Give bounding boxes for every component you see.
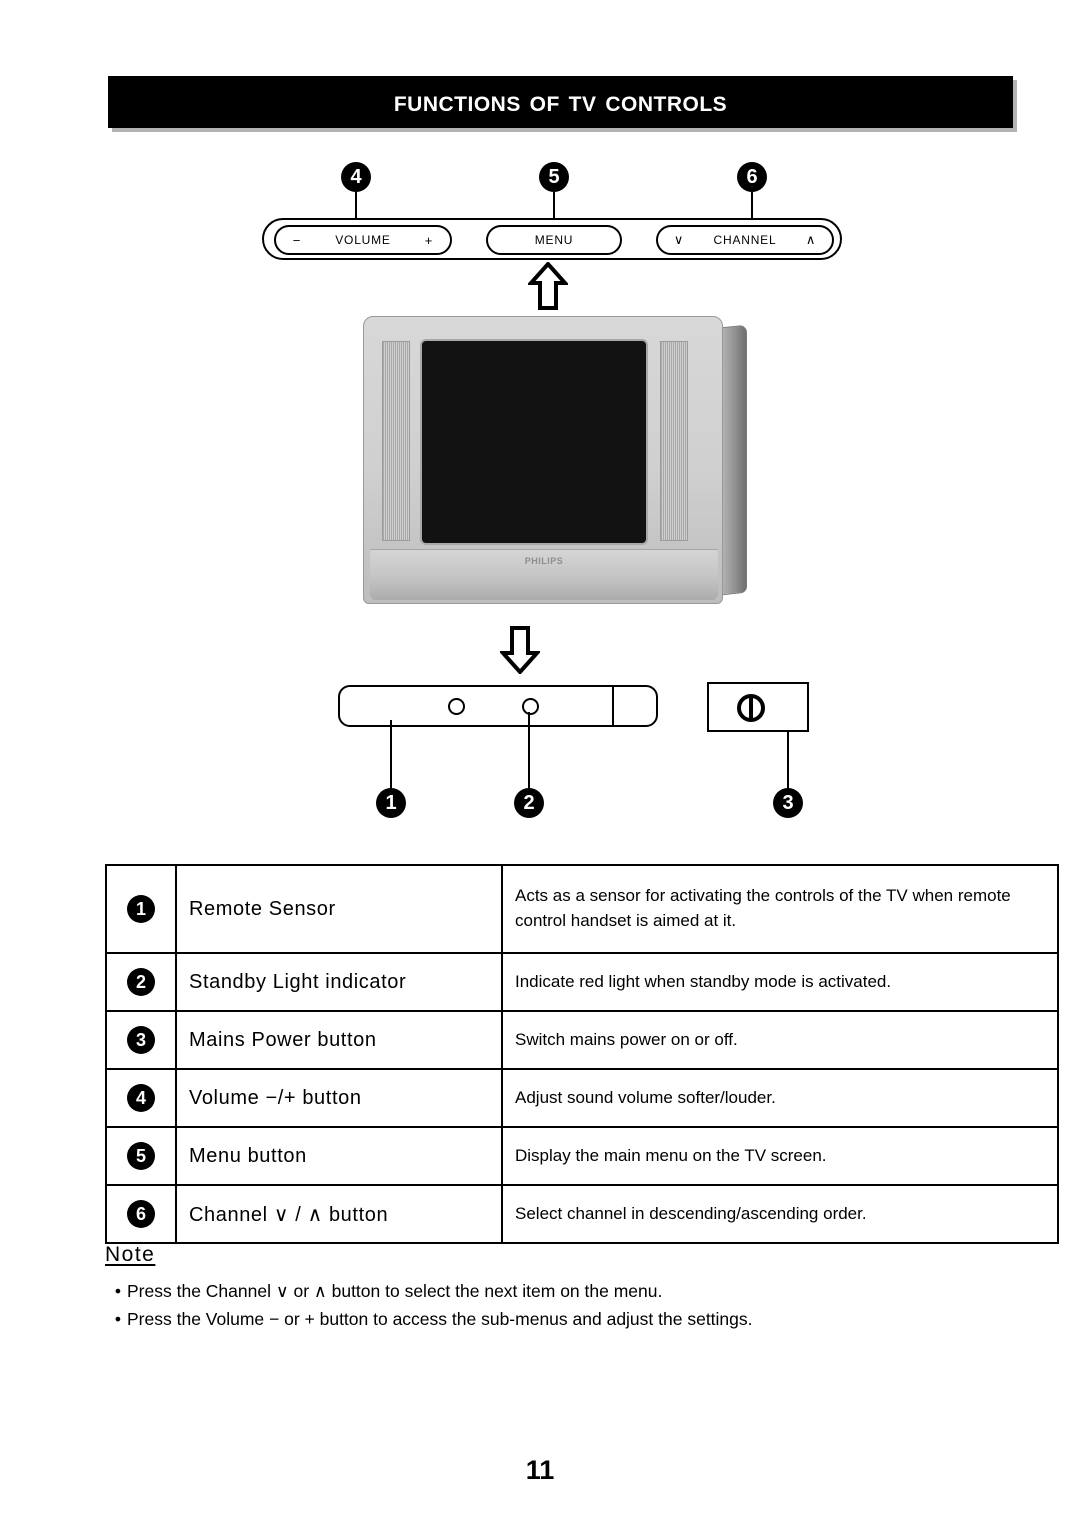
function-description: Indicate red light when standby mode is … (515, 971, 892, 991)
callout-badge-2: 2 (514, 788, 544, 818)
mains-power-box (707, 682, 809, 732)
tv-controls-table: 1 Remote Sensor Acts as a sensor for act… (105, 864, 1059, 1244)
note-heading: Note (105, 1243, 156, 1266)
callout-badge-5: 5 (539, 162, 569, 192)
philips-logo: PHILIPS (524, 556, 564, 566)
row-number-badge: 2 (127, 968, 155, 996)
table-cell-number: 3 (105, 1010, 177, 1070)
table-cell-name: Mains Power button (175, 1010, 503, 1070)
table-cell-name: Menu button (175, 1126, 503, 1186)
callout-badge-6: 6 (737, 162, 767, 192)
volume-button-label: VOLUME (335, 233, 391, 247)
table-cell-description: Switch mains power on or off. (501, 1010, 1059, 1070)
volume-plus-label: + (424, 232, 434, 248)
table-cell-description: Acts as a sensor for activating the cont… (501, 864, 1059, 954)
function-name: Standby Light indicator (189, 970, 407, 993)
callout-badge-4: 4 (341, 162, 371, 192)
table-cell-number: 4 (105, 1068, 177, 1128)
volume-button[interactable]: − VOLUME + (274, 225, 452, 255)
bullet-icon: • (114, 1281, 122, 1301)
callout-leader-3 (787, 722, 789, 790)
callout-badge-3: 3 (773, 788, 803, 818)
menu-button-label: MENU (534, 233, 574, 247)
table-cell-name: Channel ∨ / ∧ button (175, 1184, 503, 1244)
arrow-up-icon (526, 261, 570, 315)
table-cell-number: 1 (105, 864, 177, 954)
tv-illustration: PHILIPS (363, 310, 747, 610)
table-row: 3 Mains Power button Switch mains power … (105, 1010, 1059, 1070)
bullet-icon: • (114, 1309, 122, 1329)
arrow-down-icon (498, 626, 542, 679)
table-row: 4 Volume −/+ button Adjust sound volume … (105, 1068, 1059, 1128)
speaker-grille-right (660, 341, 688, 541)
row-number-badge: 1 (127, 895, 155, 923)
row-number-badge: 5 (127, 1142, 155, 1170)
table-row: 5 Menu button Display the main menu on t… (105, 1126, 1059, 1186)
table-cell-number: 5 (105, 1126, 177, 1186)
table-cell-number: 2 (105, 952, 177, 1012)
row-number-badge: 3 (127, 1026, 155, 1054)
page-number: 11 (525, 1455, 555, 1485)
note-list-item: • Press the Channel ∨ or ∧ button to sel… (109, 1277, 1015, 1305)
front-strip-divider (612, 687, 614, 725)
channel-up-icon: ∧ (805, 232, 817, 247)
table-cell-name: Standby Light indicator (175, 952, 503, 1012)
note-list-item: • Press the Volume − or + button to acce… (109, 1305, 1015, 1333)
standby-light-dot (522, 698, 539, 715)
function-description: Acts as a sensor for activating the cont… (515, 886, 1011, 930)
tv-bottom-bezel: PHILIPS (370, 549, 718, 600)
function-name: Menu button (189, 1144, 307, 1167)
channel-down-icon: ∨ (673, 232, 685, 247)
power-symbol-icon (737, 694, 765, 722)
tv-side-panel (721, 324, 747, 596)
table-cell-name: Remote Sensor (175, 864, 503, 954)
table-cell-description: Adjust sound volume softer/louder. (501, 1068, 1059, 1128)
note-item-text: Press the Volume − or + button to access… (127, 1309, 753, 1329)
function-name: Volume −/+ button (189, 1086, 362, 1109)
tv-control-strip: − VOLUME + MENU ∨ CHANNEL ∧ (262, 218, 842, 260)
table-cell-number: 6 (105, 1184, 177, 1244)
remote-sensor-dot (448, 698, 465, 715)
function-description: Adjust sound volume softer/louder. (515, 1087, 776, 1107)
speaker-grille-left (382, 341, 410, 541)
menu-button[interactable]: MENU (486, 225, 622, 255)
tv-screen (420, 339, 648, 545)
channel-button-label: CHANNEL (713, 233, 777, 247)
table-cell-description: Indicate red light when standby mode is … (501, 952, 1059, 1012)
function-description: Switch mains power on or off. (515, 1029, 738, 1049)
table-row: 2 Standby Light indicator Indicate red l… (105, 952, 1059, 1012)
page-header-banner: Functions Of TV Controls (108, 76, 1013, 128)
function-description: Display the main menu on the TV screen. (515, 1145, 827, 1165)
note-item-text: Press the Channel ∨ or ∧ button to selec… (127, 1281, 663, 1301)
tv-cabinet: PHILIPS (363, 316, 723, 604)
row-number-badge: 6 (127, 1200, 155, 1228)
tv-front-strip (338, 685, 658, 727)
table-cell-description: Display the main menu on the TV screen. (501, 1126, 1059, 1186)
function-name: Remote Sensor (189, 897, 336, 920)
function-description: Select channel in descending/ascending o… (515, 1203, 867, 1223)
volume-minus-label: − (292, 232, 302, 248)
table-row: 1 Remote Sensor Acts as a sensor for act… (105, 864, 1059, 954)
table-cell-description: Select channel in descending/ascending o… (501, 1184, 1059, 1244)
function-name: Channel ∨ / ∧ button (189, 1203, 389, 1226)
page-title: Functions Of TV Controls (393, 85, 728, 118)
callout-leader-1 (390, 720, 392, 790)
channel-button[interactable]: ∨ CHANNEL ∧ (656, 225, 834, 255)
table-cell-name: Volume −/+ button (175, 1068, 503, 1128)
table-row: 6 Channel ∨ / ∧ button Select channel in… (105, 1184, 1059, 1244)
note-section: Note • Press the Channel ∨ or ∧ button t… (105, 1243, 1015, 1333)
function-name: Mains Power button (189, 1028, 377, 1051)
callout-badge-1: 1 (376, 788, 406, 818)
callout-leader-2 (528, 712, 530, 790)
tv-controls-diagram: 4 5 6 − VOLUME + MENU ∨ CHANNEL ∧ PHILIP… (0, 140, 1080, 850)
row-number-badge: 4 (127, 1084, 155, 1112)
